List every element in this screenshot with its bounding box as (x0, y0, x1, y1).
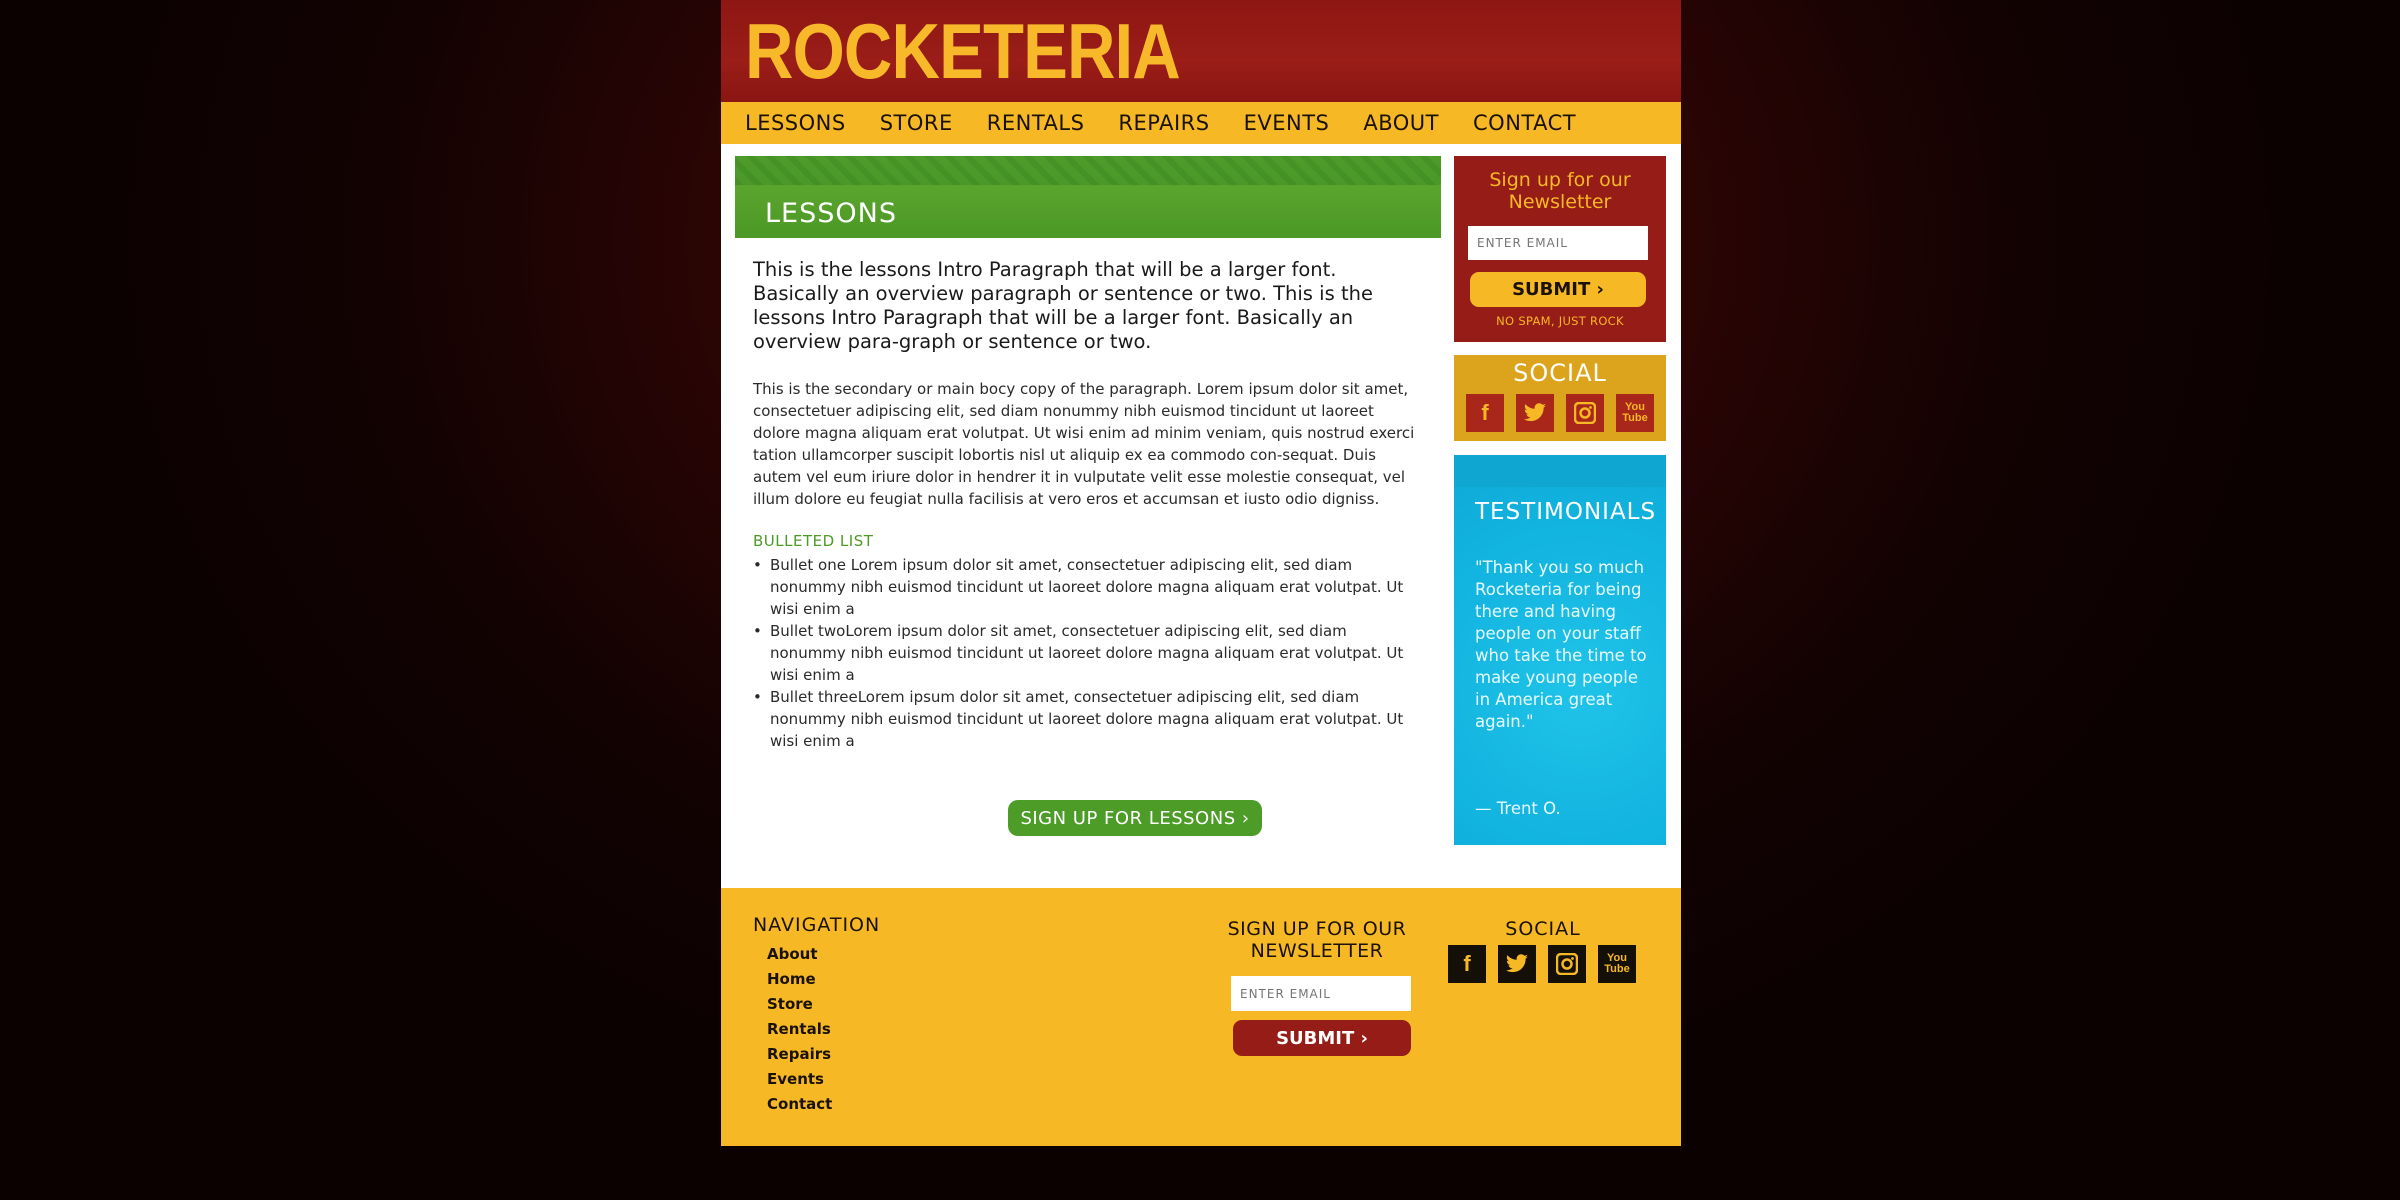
newsletter-note: NO SPAM, JUST ROCK (1496, 314, 1624, 328)
body-paragraph: This is the secondary or main bocy copy … (753, 380, 1415, 508)
footer-link-rentals[interactable]: Rentals (767, 1017, 832, 1042)
testimonial-quote: "Thank you so much Rocketeria for being … (1475, 558, 1647, 731)
nav-repairs[interactable]: REPAIRS (1118, 111, 1209, 135)
intro-paragraph: This is the lessons Intro Paragraph that… (753, 258, 1373, 353)
social-title: SOCIAL (1513, 359, 1607, 387)
page-title: LESSONS (765, 198, 897, 229)
instagram-icon[interactable] (1566, 394, 1604, 432)
nav-rentals[interactable]: RENTALS (987, 111, 1085, 135)
footer-email-field[interactable] (1231, 976, 1411, 1011)
testimonials-band (1454, 455, 1666, 487)
testimonials-widget: TESTIMONIALS "Thank you so much Rocketer… (1454, 455, 1666, 845)
nav-lessons[interactable]: LESSONS (745, 111, 846, 135)
testimonial-author: — Trent O. (1475, 799, 1561, 818)
list-item: Bullet twoLorem ipsum dolor sit amet, co… (753, 620, 1423, 686)
nav-about[interactable]: ABOUT (1363, 111, 1439, 135)
nav-store[interactable]: STORE (880, 111, 953, 135)
youtube-icon[interactable]: You Tube (1616, 394, 1654, 432)
footer-link-about[interactable]: About (767, 942, 832, 967)
sign-up-lessons-button[interactable]: SIGN UP FOR LESSONS › (1008, 800, 1262, 836)
section-banner: LESSONS (735, 156, 1441, 238)
banner-pattern (735, 156, 1441, 185)
footer-social-icons: f You Tube (1448, 945, 1648, 983)
footer-link-events[interactable]: Events (767, 1067, 832, 1092)
facebook-icon[interactable]: f (1448, 945, 1486, 983)
facebook-icon[interactable]: f (1466, 394, 1504, 432)
list-item: Bullet one Lorem ipsum dolor sit amet, c… (753, 554, 1423, 620)
email-field[interactable] (1468, 226, 1648, 260)
footer-nav: About Home Store Rentals Repairs Events … (767, 942, 832, 1117)
sidebar: Sign up for our Newsletter SUBMIT › NO S… (1454, 156, 1666, 845)
twitter-icon[interactable] (1516, 394, 1554, 432)
footer: NAVIGATION About Home Store Rentals Repa… (721, 888, 1681, 1146)
newsletter-widget: Sign up for our Newsletter SUBMIT › NO S… (1454, 156, 1666, 342)
youtube-icon[interactable]: You Tube (1598, 945, 1636, 983)
nav-contact[interactable]: CONTACT (1473, 111, 1576, 135)
list-item: Bullet threeLorem ipsum dolor sit amet, … (753, 686, 1423, 752)
main-content: LESSONS This is the lessons Intro Paragr… (735, 156, 1441, 836)
footer-submit-button[interactable]: SUBMIT › (1233, 1020, 1411, 1056)
social-widget: SOCIAL f You Tube (1454, 355, 1666, 441)
twitter-icon[interactable] (1498, 945, 1536, 983)
bulleted-list: Bullet one Lorem ipsum dolor sit amet, c… (753, 554, 1423, 752)
footer-social-title: SOCIAL (1505, 918, 1581, 940)
list-heading: BULLETED LIST (753, 532, 874, 550)
newsletter-title: Sign up for our Newsletter (1489, 169, 1631, 213)
footer-newsletter-title: SIGN UP FOR OUR NEWSLETTER (1227, 918, 1407, 962)
header: ROCKETERIA (721, 0, 1681, 102)
logo[interactable]: ROCKETERIA (745, 6, 1181, 96)
submit-button[interactable]: SUBMIT › (1470, 272, 1646, 307)
footer-nav-title: NAVIGATION (753, 914, 881, 936)
footer-link-contact[interactable]: Contact (767, 1092, 832, 1117)
footer-link-repairs[interactable]: Repairs (767, 1042, 832, 1067)
footer-link-home[interactable]: Home (767, 967, 832, 992)
main-nav: LESSONS STORE RENTALS REPAIRS EVENTS ABO… (721, 102, 1681, 144)
social-icons: f You Tube (1466, 394, 1666, 432)
page: ROCKETERIA LESSONS STORE RENTALS REPAIRS… (721, 0, 1681, 1146)
instagram-icon[interactable] (1548, 945, 1586, 983)
footer-link-store[interactable]: Store (767, 992, 832, 1017)
nav-events[interactable]: EVENTS (1244, 111, 1330, 135)
testimonials-title: TESTIMONIALS (1475, 499, 1657, 525)
